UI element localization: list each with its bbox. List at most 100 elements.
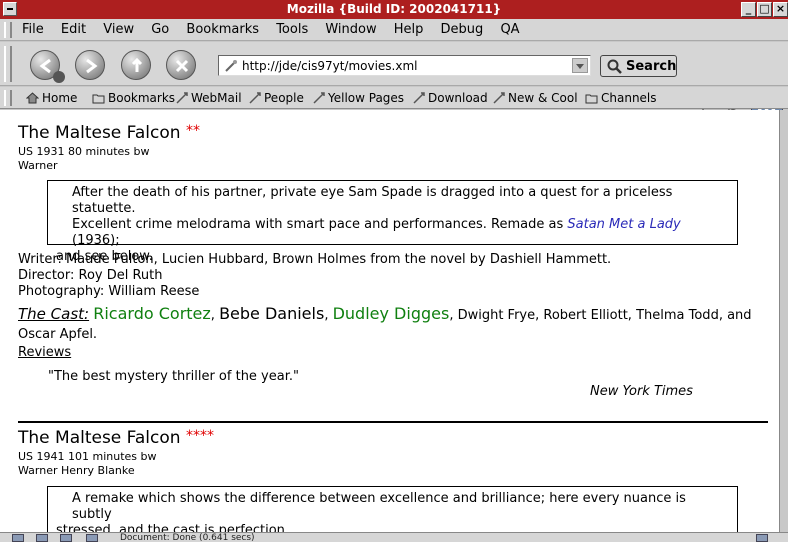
url-dropdown-icon[interactable] <box>572 58 588 73</box>
menu-debug[interactable]: Debug <box>441 22 484 37</box>
reload-button[interactable] <box>121 50 151 80</box>
bookmark-new-and-cool[interactable]: New & Cool <box>493 91 578 105</box>
bookmark-bookmarks-label: Bookmarks <box>108 91 176 105</box>
bookmark-download-label: Download <box>428 91 488 105</box>
bookmark-icon <box>493 92 505 104</box>
menu-file[interactable]: File <box>22 22 44 37</box>
bookmark-download[interactable]: Download <box>413 91 488 105</box>
cast-star-3: Dudley Digges <box>332 304 450 323</box>
bookmark-icon <box>313 92 325 104</box>
window-titlebar: Mozilla {Build ID: 2002041711} _ □ × <box>0 0 788 19</box>
review-source: New York Times <box>590 384 693 399</box>
movie-photography: Photography: William Reese <box>18 284 200 299</box>
movie-writer: Writer: Maude Fulton, Lucien Hubbard, Br… <box>18 252 612 267</box>
menu-bookmarks[interactable]: Bookmarks <box>186 22 259 37</box>
close-icon[interactable]: × <box>773 2 788 17</box>
movie-studio: Warner Henry Blanke <box>18 464 135 477</box>
synopsis-text-c: (1936); <box>72 233 120 248</box>
bookmark-people[interactable]: People <box>249 91 304 105</box>
bookmark-new-and-cool-label: New & Cool <box>508 91 578 105</box>
movie-synopsis: After the death of his partner, private … <box>47 180 738 264</box>
menu-help[interactable]: Help <box>394 22 424 37</box>
back-dropdown-icon[interactable] <box>53 71 65 83</box>
menu-view[interactable]: View <box>103 22 134 37</box>
bookmark-webmail-label: WebMail <box>191 91 242 105</box>
movie-cast: The Cast: Ricardo Cortez, Bebe Daniels, … <box>18 304 763 344</box>
bookmark-yellow-pages-label: Yellow Pages <box>328 91 405 105</box>
bookmark-icon <box>249 92 261 104</box>
cast-separator-2: , <box>324 308 329 323</box>
movie-divider <box>18 421 768 423</box>
menubar: File Edit View Go Bookmarks Tools Window… <box>0 19 788 41</box>
movie-title-text: The Maltese Falcon <box>18 428 181 448</box>
security-icon[interactable] <box>756 534 768 542</box>
menubar-grip[interactable] <box>4 22 12 38</box>
back-button[interactable] <box>30 50 65 83</box>
bookmark-home[interactable]: Home <box>26 91 77 105</box>
cast-star-2: Bebe Daniels <box>219 304 325 323</box>
url-bar[interactable]: http://jde/cis97yt/movies.xml <box>218 55 591 76</box>
composer-icon[interactable] <box>60 534 72 542</box>
menu-qa[interactable]: QA <box>500 22 519 37</box>
reload-icon <box>131 57 143 72</box>
bookmark-channels-label: Channels <box>601 91 657 105</box>
synopsis-link[interactable]: Satan Met a Lady <box>567 217 680 232</box>
movie-title: The Maltese Falcon ** <box>18 123 200 143</box>
bookmark-icon <box>176 92 188 104</box>
status-text: Document: Done (0.641 secs) <box>120 533 255 542</box>
maximize-icon[interactable]: □ <box>757 2 772 17</box>
stop-icon <box>175 59 189 73</box>
page-content[interactable]: The Maltese Falcon ** US 1931 80 minutes… <box>0 110 779 532</box>
movie-meta-line1: US 1941 101 minutes bw <box>18 450 157 463</box>
synopsis-text-a: After the death of his partner, private … <box>72 185 673 216</box>
minimize-icon[interactable]: _ <box>741 2 756 17</box>
menu-edit[interactable]: Edit <box>61 22 86 37</box>
movie-synopsis: A remake which shows the difference betw… <box>47 486 738 532</box>
search-label: Search <box>626 59 677 74</box>
bookmark-bookmarks[interactable]: Bookmarks <box>92 91 175 105</box>
movie-director: Director: Roy Del Ruth <box>18 268 163 283</box>
movie-rating-stars: **** <box>185 428 214 444</box>
movie-title: The Maltese Falcon **** <box>18 428 214 448</box>
menu-go[interactable]: Go <box>151 22 169 37</box>
bookmark-channels[interactable]: Channels <box>585 91 657 105</box>
cast-label-link[interactable]: The Cast: <box>18 305 89 323</box>
folder-icon <box>92 94 105 104</box>
folder-icon <box>585 94 598 104</box>
home-icon <box>26 92 39 104</box>
menu-window[interactable]: Window <box>325 22 376 37</box>
movie-studio: Warner <box>18 159 58 172</box>
cast-star-1: Ricardo Cortez <box>93 304 211 323</box>
cast-separator-1: , <box>210 308 215 323</box>
synopsis-text-b: Excellent crime melodrama with smart pac… <box>72 217 564 232</box>
movie-title-text: The Maltese Falcon <box>18 123 181 143</box>
persbar-grip[interactable] <box>4 90 12 106</box>
personal-toolbar: Home Bookmarks WebMail People Yellow Pag… <box>0 87 788 109</box>
synopsis-text-b: stressed, and the cast is perfection. <box>56 523 290 532</box>
synopsis-text-a: A remake which shows the difference betw… <box>72 491 686 522</box>
forward-button[interactable] <box>75 50 105 80</box>
reviews-link[interactable]: Reviews <box>18 345 71 360</box>
url-text: http://jde/cis97yt/movies.xml <box>242 59 418 73</box>
navbar-grip[interactable] <box>4 46 12 82</box>
search-icon <box>607 59 622 74</box>
vertical-scrollbar[interactable] <box>779 110 788 532</box>
bookmark-icon <box>413 92 425 104</box>
movie-meta-line1: US 1931 80 minutes bw <box>18 145 150 158</box>
bookmark-home-label: Home <box>42 91 78 105</box>
review-quote: "The best mystery thriller of the year." <box>48 369 299 384</box>
window-title: Mozilla {Build ID: 2002041711} <box>286 2 502 16</box>
bookmark-webmail[interactable]: WebMail <box>176 91 242 105</box>
bookmark-yellow-pages[interactable]: Yellow Pages <box>313 91 404 105</box>
movie-rating-stars: ** <box>185 123 200 139</box>
navigator-icon[interactable] <box>12 534 24 542</box>
bookmark-people-label: People <box>264 91 304 105</box>
search-button[interactable]: Search <box>600 55 677 77</box>
status-bar: Document: Done (0.641 secs) <box>0 532 788 542</box>
address-book-icon[interactable] <box>86 534 98 542</box>
forward-icon <box>86 58 98 74</box>
page-proxy-icon[interactable] <box>224 59 238 73</box>
mail-icon[interactable] <box>36 534 48 542</box>
menu-tools[interactable]: Tools <box>276 22 308 37</box>
stop-button[interactable] <box>166 50 196 80</box>
